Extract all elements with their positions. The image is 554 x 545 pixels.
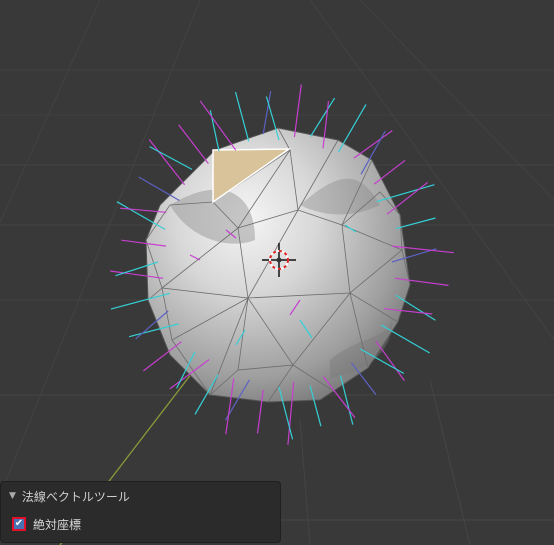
absolute-coords-option[interactable]: ✔ 絶対座標 bbox=[12, 515, 81, 533]
normal-line bbox=[353, 130, 393, 159]
absolute-coords-checkbox[interactable]: ✔ bbox=[12, 517, 26, 531]
normal-line bbox=[386, 181, 429, 215]
triangle-down-icon[interactable]: ▼ bbox=[9, 491, 16, 501]
normal-line bbox=[199, 100, 237, 151]
normal-vector-tool-panel: ▼ 法線ベクトルツール ✔ 絶対座標 bbox=[0, 481, 281, 543]
normal-line bbox=[337, 104, 367, 153]
normal-line bbox=[293, 84, 302, 138]
normal-line bbox=[234, 91, 250, 142]
absolute-coords-label: 絶対座標 bbox=[33, 517, 82, 532]
normal-line bbox=[373, 159, 406, 185]
normal-line bbox=[395, 217, 436, 230]
panel-header[interactable]: ▼ 法線ベクトルツール bbox=[9, 487, 130, 505]
3d-viewport[interactable] bbox=[0, 0, 554, 545]
normal-line bbox=[178, 124, 209, 164]
checkmark-icon: ✔ bbox=[14, 518, 24, 529]
normal-line bbox=[149, 146, 193, 170]
normal-line bbox=[138, 176, 180, 202]
panel-title: 法線ベクトルツール bbox=[21, 489, 130, 504]
normal-line bbox=[375, 340, 405, 381]
icosphere-mesh[interactable] bbox=[145, 127, 411, 403]
normal-line bbox=[310, 97, 336, 137]
